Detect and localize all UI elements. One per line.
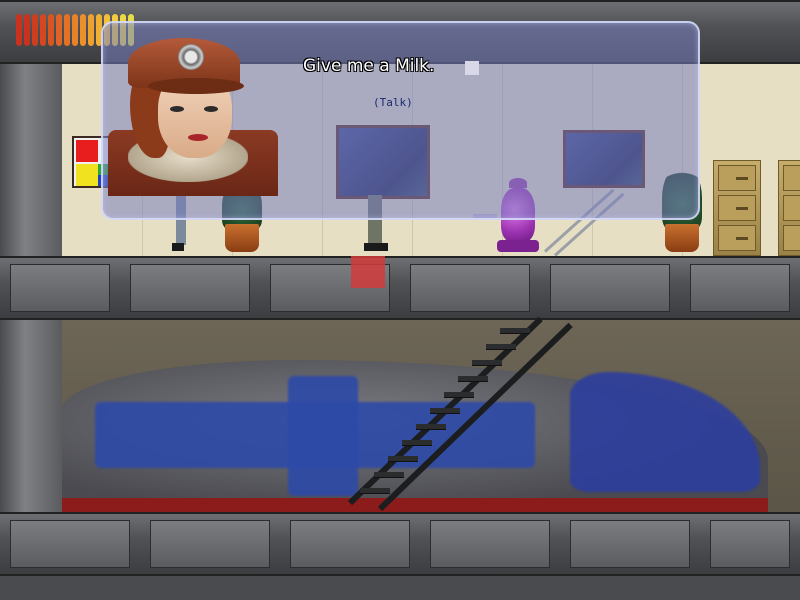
middle-floor-girder [0, 256, 800, 320]
left-pillar-lower [0, 320, 62, 515]
hat-badge-icon [178, 44, 204, 70]
health-cell [64, 14, 70, 46]
filing-cabinet[interactable] [713, 160, 761, 256]
staircase[interactable] [347, 316, 580, 512]
health-cell [48, 14, 54, 46]
health-cell [56, 14, 62, 46]
health-cell [32, 14, 38, 46]
dialog-text: Give me a Milk. [303, 56, 435, 76]
basement-wall [0, 576, 800, 600]
health-cell [16, 14, 22, 46]
lower-floor-girder [0, 512, 800, 576]
train-stripe [288, 376, 358, 496]
continue-cursor-icon [465, 61, 479, 75]
health-cell [72, 14, 78, 46]
dialog-action-label: (Talk) [373, 96, 413, 109]
health-cell [40, 14, 46, 46]
health-cell [80, 14, 86, 46]
flower-pot [665, 224, 699, 252]
game-scene[interactable]: Give me a Milk. (Talk) [0, 0, 800, 600]
left-pillar-upper [0, 64, 62, 260]
health-cell [24, 14, 30, 46]
health-cell [88, 14, 94, 46]
character-portrait [108, 34, 278, 198]
filing-cabinet[interactable] [778, 160, 800, 256]
selection-marker [351, 256, 385, 288]
flower-pot [225, 224, 259, 252]
